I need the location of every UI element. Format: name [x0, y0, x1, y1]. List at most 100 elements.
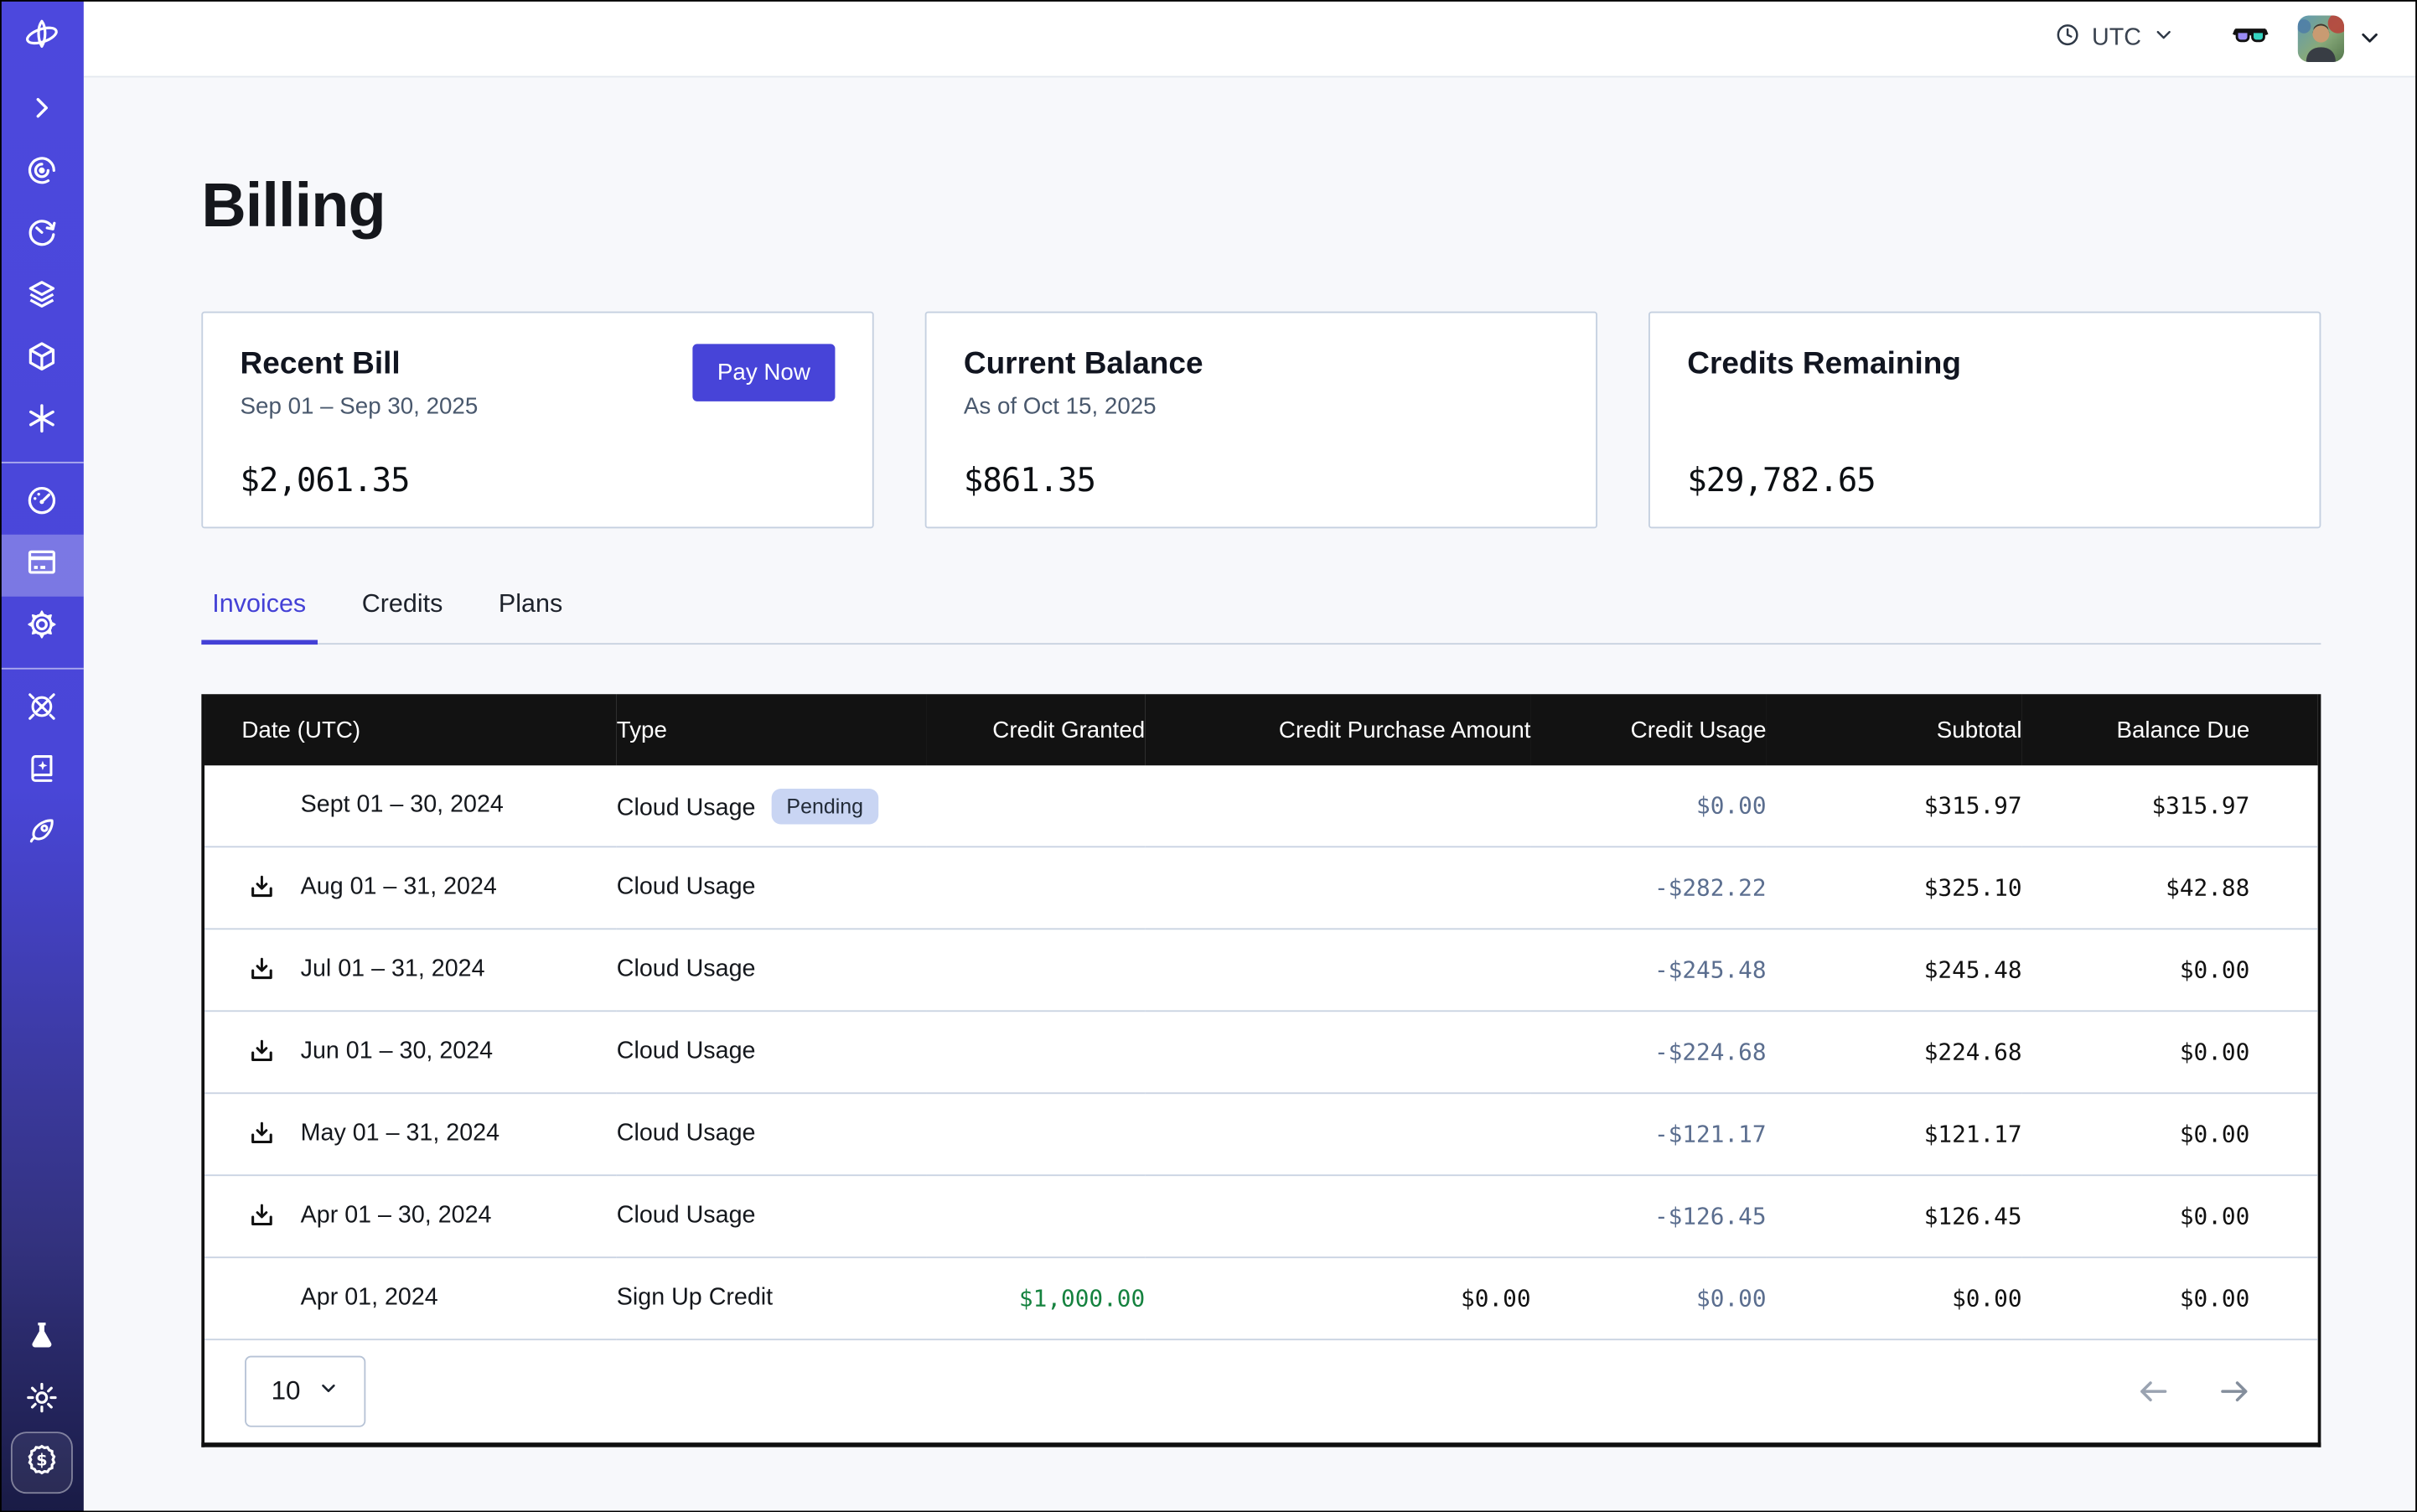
sidebar: $ — [0, 0, 84, 1512]
balance-due-value: $42.88 — [2022, 847, 2318, 929]
pay-now-button[interactable]: Pay Now — [692, 344, 835, 401]
sidebar-item-fleet[interactable] — [0, 679, 84, 741]
subtotal-value: $121.17 — [1767, 1093, 2022, 1175]
balance-due-value: $315.97 — [2022, 765, 2318, 847]
sidebar-divider — [0, 668, 84, 670]
balance-due-value: $0.00 — [2022, 1093, 2318, 1175]
col-balance-due: Balance Due — [2022, 694, 2318, 765]
current-balance-card: Current Balance As of Oct 15, 2025 $861.… — [925, 312, 1597, 529]
sidebar-item-history[interactable] — [0, 205, 84, 267]
flask-icon — [25, 1318, 60, 1359]
sidebar-item-dashboard[interactable] — [0, 473, 84, 535]
timezone-label: UTC — [2092, 24, 2141, 52]
table-header-row: Date (UTC) Type Credit Granted Credit Pu… — [204, 694, 2318, 765]
card-title: Current Balance — [964, 347, 1559, 383]
chevron-down-icon — [2152, 23, 2176, 54]
credit-usage-value: -$282.22 — [1531, 847, 1767, 929]
pagination-controls — [2135, 1373, 2254, 1410]
credit-granted-value — [927, 1011, 1146, 1093]
card-subtitle: As of Oct 15, 2025 — [964, 394, 1559, 420]
prev-page-button[interactable] — [2135, 1373, 2172, 1410]
col-credit-granted: Credit Granted — [927, 694, 1146, 765]
topbar: UTC — [84, 0, 2417, 77]
sidebar-expand-button[interactable] — [0, 80, 84, 142]
gear-icon — [25, 607, 60, 649]
credit-granted-value — [927, 1093, 1146, 1175]
sidebar-item-labs[interactable] — [0, 1307, 84, 1370]
tab-invoices[interactable]: Invoices — [201, 590, 317, 645]
credit-purchase-value — [1145, 929, 1530, 1011]
tab-credits[interactable]: Credits — [351, 590, 454, 645]
gauge-icon — [25, 483, 60, 525]
card-title: Credits Remaining — [1687, 347, 2282, 383]
sidebar-item-billing[interactable] — [0, 535, 84, 597]
credit-granted-value — [927, 1175, 1146, 1257]
sun-icon — [25, 1380, 60, 1421]
sidebar-item-docs[interactable] — [0, 741, 84, 803]
credit-usage-value: -$245.48 — [1531, 929, 1767, 1011]
account-menu-chevron[interactable] — [2357, 25, 2383, 51]
subtotal-value: $0.00 — [1767, 1257, 2022, 1339]
page-size-value: 10 — [272, 1376, 301, 1407]
subtotal-value: $315.97 — [1767, 765, 2022, 847]
credit-purchase-value — [1145, 847, 1530, 929]
balance-due-value: $0.00 — [2022, 1011, 2318, 1093]
credits-badge-button[interactable]: $ — [11, 1432, 73, 1494]
invoice-date: Jul 01 – 31, 2024 — [301, 956, 485, 982]
table-row: May 01 – 31, 2024 Cloud Usage -$121.17 $… — [204, 1093, 2318, 1175]
download-invoice-button[interactable] — [246, 1119, 277, 1150]
timezone-selector[interactable]: UTC — [2055, 21, 2176, 55]
download-invoice-button[interactable] — [246, 1037, 277, 1068]
table-row: Sept 01 – 30, 2024 Cloud UsagePending $0… — [204, 765, 2318, 847]
invoice-date: Jun 01 – 30, 2024 — [301, 1038, 493, 1064]
sidebar-item-observe[interactable] — [0, 142, 84, 205]
subtotal-value: $126.45 — [1767, 1175, 2022, 1257]
credit-purchase-value — [1145, 1093, 1530, 1175]
credit-granted-value — [927, 847, 1146, 929]
status-badge: Pending — [771, 788, 879, 824]
reader-glasses-icon[interactable] — [2231, 18, 2269, 57]
cube-icon — [25, 339, 60, 381]
iris-spiral-icon — [25, 153, 60, 194]
invoice-date: May 01 – 31, 2024 — [301, 1121, 499, 1147]
credit-granted-value: $1,000.00 — [927, 1257, 1146, 1339]
credit-purchase-value: $0.00 — [1145, 1257, 1530, 1339]
user-avatar[interactable] — [2298, 15, 2344, 61]
invoice-date: Aug 01 – 31, 2024 — [301, 874, 497, 900]
download-invoice-button[interactable] — [246, 873, 277, 904]
balance-due-value: $0.00 — [2022, 1175, 2318, 1257]
credit-purchase-value — [1145, 1175, 1530, 1257]
chevron-down-icon — [318, 1376, 339, 1407]
credit-usage-value: -$224.68 — [1531, 1011, 1767, 1093]
download-invoice-button[interactable] — [246, 1201, 277, 1232]
next-page-button[interactable] — [2216, 1373, 2253, 1410]
svg-text:$: $ — [36, 1450, 48, 1469]
invoice-table: Date (UTC) Type Credit Granted Credit Pu… — [201, 694, 2321, 1447]
recent-bill-amount: $2,061.35 — [241, 462, 410, 499]
credits-remaining-amount: $29,782.65 — [1687, 462, 1876, 499]
col-type: Type — [617, 694, 927, 765]
sidebar-item-packages[interactable] — [0, 329, 84, 391]
col-date: Date (UTC) — [204, 694, 617, 765]
subtotal-value: $245.48 — [1767, 929, 2022, 1011]
sidebar-divider — [0, 462, 84, 463]
app-logo[interactable] — [0, 0, 84, 80]
page-size-select[interactable]: 10 — [245, 1356, 365, 1427]
invoice-date: Apr 01 – 30, 2024 — [301, 1203, 492, 1229]
sidebar-item-layers[interactable] — [0, 267, 84, 329]
table-row: Apr 01, 2024 Sign Up Credit $1,000.00 $0… — [204, 1257, 2318, 1339]
tab-plans[interactable]: Plans — [488, 590, 573, 645]
sidebar-item-settings[interactable] — [0, 597, 84, 659]
summary-cards: Recent Bill Sep 01 – Sep 30, 2025 $2,061… — [201, 312, 2321, 529]
balance-due-value: $0.00 — [2022, 1257, 2318, 1339]
credits-remaining-card: Credits Remaining $29,782.65 — [1648, 312, 2321, 529]
current-balance-amount: $861.35 — [964, 462, 1095, 499]
invoice-type: Cloud Usage — [617, 1121, 756, 1147]
credit-usage-value: $0.00 — [1531, 1257, 1767, 1339]
download-invoice-button[interactable] — [246, 955, 277, 986]
sidebar-item-functions[interactable] — [0, 391, 84, 453]
table-row: Aug 01 – 31, 2024 Cloud Usage -$282.22 $… — [204, 847, 2318, 929]
col-credit-usage: Credit Usage — [1531, 694, 1767, 765]
sidebar-item-getting-started[interactable] — [0, 803, 84, 865]
theme-toggle-button[interactable] — [0, 1370, 84, 1432]
